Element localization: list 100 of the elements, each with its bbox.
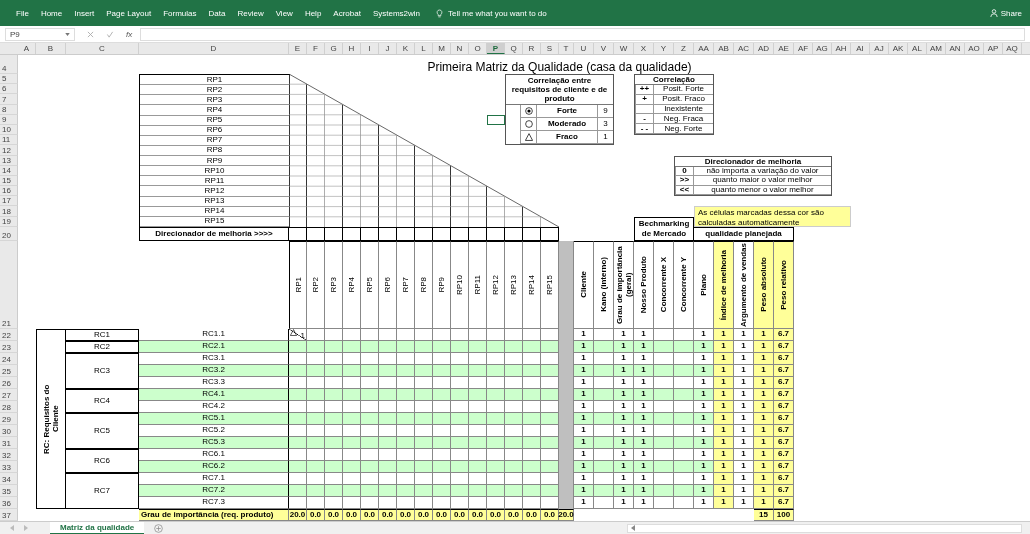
- column-header[interactable]: A: [18, 43, 36, 54]
- column-header[interactable]: Y: [654, 43, 674, 54]
- row-header[interactable]: 12: [0, 145, 18, 156]
- column-header[interactable]: W: [614, 43, 634, 54]
- column-header[interactable]: S: [541, 43, 559, 54]
- column-header[interactable]: AQ: [1003, 43, 1022, 54]
- column-header[interactable]: AK: [889, 43, 908, 54]
- row-header[interactable]: 17: [0, 196, 18, 207]
- column-header[interactable]: V: [594, 43, 614, 54]
- share-button[interactable]: Share: [989, 8, 1022, 18]
- insert-function-button[interactable]: fx: [126, 29, 133, 39]
- previous-sheet-icon[interactable]: [10, 525, 14, 531]
- matrix-cell: [415, 328, 433, 341]
- column-header[interactable]: AA: [694, 43, 714, 54]
- ribbon-tab[interactable]: File: [16, 8, 29, 18]
- matrix-cell: [469, 448, 487, 461]
- row-header[interactable]: 6: [0, 84, 18, 95]
- column-header[interactable]: AE: [774, 43, 794, 54]
- ribbon-tab[interactable]: Acrobat: [333, 8, 361, 18]
- column-header[interactable]: N: [451, 43, 469, 54]
- column-header[interactable]: B: [36, 43, 66, 54]
- row-header[interactable]: 7: [0, 94, 18, 105]
- ribbon-tab[interactable]: Systems2win: [372, 8, 421, 18]
- row-header[interactable]: 21: [0, 240, 18, 329]
- row-header[interactable]: 11: [0, 135, 18, 146]
- row-header[interactable]: 8: [0, 104, 18, 115]
- ribbon-tab[interactable]: Page Layout: [106, 8, 152, 18]
- horizontal-scrollbar[interactable]: [627, 523, 1022, 533]
- column-header[interactable]: AG: [813, 43, 832, 54]
- matrix-cell: [343, 328, 361, 341]
- column-header[interactable]: G: [325, 43, 343, 54]
- column-header[interactable]: F: [307, 43, 325, 54]
- column-header[interactable]: AH: [832, 43, 851, 54]
- matrix-cell: [307, 496, 325, 509]
- matrix-cell: [469, 328, 487, 341]
- column-header[interactable]: AJ: [870, 43, 889, 54]
- column-header[interactable]: AC: [734, 43, 754, 54]
- cancel-icon[interactable]: [87, 30, 94, 38]
- column-header[interactable]: U: [574, 43, 594, 54]
- column-header: Argumento de vendas: [734, 240, 754, 329]
- column-header[interactable]: AI: [851, 43, 870, 54]
- ribbon-tab[interactable]: View: [275, 8, 293, 18]
- matrix-cell: [307, 352, 325, 365]
- matrix-cell: [379, 376, 397, 389]
- ribbon-tab[interactable]: Formulas: [163, 8, 197, 18]
- column-header[interactable]: AL: [908, 43, 927, 54]
- column-header[interactable]: AF: [794, 43, 813, 54]
- column-header[interactable]: X: [634, 43, 654, 54]
- column-header[interactable]: C: [66, 43, 139, 54]
- ribbon-tab[interactable]: Home: [40, 8, 63, 18]
- scroll-left-icon[interactable]: [631, 525, 635, 531]
- row-header[interactable]: 4: [0, 55, 18, 74]
- column-header[interactable]: I: [361, 43, 379, 54]
- column-header[interactable]: M: [433, 43, 451, 54]
- column-header[interactable]: AO: [965, 43, 984, 54]
- column-header[interactable]: J: [379, 43, 397, 54]
- matrix-cell: [523, 400, 541, 413]
- name-box[interactable]: P9: [5, 27, 75, 41]
- matrix-cell: [433, 352, 451, 365]
- row-header[interactable]: 5: [0, 74, 18, 85]
- row-header[interactable]: 13: [0, 155, 18, 166]
- column-header[interactable]: P: [487, 43, 505, 54]
- tell-me-search[interactable]: Tell me what you want to do: [448, 8, 547, 18]
- column-header: Concorrente Y: [674, 240, 694, 329]
- matrix-cell: [487, 472, 505, 485]
- column-header[interactable]: T: [559, 43, 574, 54]
- requirement-cell: RC4.2: [139, 400, 289, 413]
- row-header[interactable]: 9: [0, 114, 18, 125]
- column-header[interactable]: R: [523, 43, 541, 54]
- column-header[interactable]: Q: [505, 43, 523, 54]
- legend-label: não importa a variação do valor: [693, 166, 831, 177]
- column-header[interactable]: AM: [927, 43, 946, 54]
- next-sheet-icon[interactable]: [24, 525, 28, 531]
- matrix-cell: [397, 328, 415, 341]
- row-header[interactable]: 19: [0, 216, 18, 227]
- ribbon-tab[interactable]: Help: [304, 8, 322, 18]
- ribbon-tab[interactable]: Review: [237, 8, 264, 18]
- check-icon[interactable]: [106, 30, 114, 38]
- formula-input[interactable]: [140, 27, 1025, 41]
- row-header[interactable]: 14: [0, 165, 18, 176]
- sheet-tab[interactable]: Matriz da qualidade: [50, 522, 145, 534]
- row-header[interactable]: 18: [0, 206, 18, 217]
- selected-cell[interactable]: [487, 114, 505, 125]
- column-header[interactable]: AB: [714, 43, 734, 54]
- matrix-cell: [469, 400, 487, 413]
- column-header[interactable]: H: [343, 43, 361, 54]
- table-cell: [594, 448, 614, 461]
- column-header[interactable]: E: [289, 43, 307, 54]
- column-header[interactable]: AP: [984, 43, 1003, 54]
- table-cell: [674, 328, 694, 341]
- column-header[interactable]: Z: [674, 43, 694, 54]
- add-sheet-icon[interactable]: [154, 523, 164, 533]
- ribbon-tab[interactable]: Data: [208, 8, 226, 18]
- ribbon-tab[interactable]: Insert: [74, 8, 95, 18]
- legend-label: quanto maior o valor melhor: [693, 176, 831, 186]
- column-header[interactable]: AN: [946, 43, 965, 54]
- column-header[interactable]: D: [139, 43, 289, 54]
- column-header[interactable]: L: [415, 43, 433, 54]
- column-header[interactable]: AD: [754, 43, 774, 54]
- column-header[interactable]: K: [397, 43, 415, 54]
